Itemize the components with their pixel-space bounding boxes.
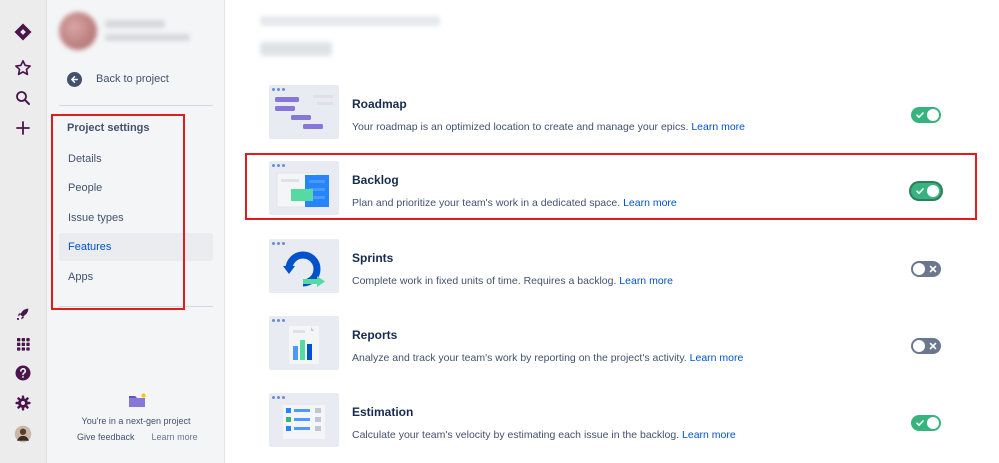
close-icon (929, 265, 937, 273)
feature-roadmap: Roadmap Your roadmap is an optimized loc… (269, 85, 959, 143)
estimation-illustration (269, 393, 339, 447)
feature-description: Analyze and track your team's work by re… (352, 352, 743, 364)
feature-description: Complete work in fixed units of time. Re… (352, 275, 673, 287)
feature-description: Your roadmap is an optimized location to… (352, 121, 745, 133)
apps-grid-icon[interactable] (13, 334, 33, 354)
rocket-icon[interactable] (13, 304, 33, 324)
feature-description-text: Plan and prioritize your team's work in … (352, 197, 621, 209)
give-feedback-link[interactable]: Give feedback (77, 432, 135, 442)
folder-icon (128, 393, 146, 413)
star-icon[interactable] (13, 58, 33, 78)
back-to-project-label: Back to project (96, 73, 169, 85)
learn-more-link[interactable]: Learn more (619, 275, 673, 287)
check-icon (916, 112, 924, 118)
close-icon (929, 342, 937, 350)
back-arrow-icon (67, 71, 82, 87)
sidebar-divider (59, 105, 213, 106)
check-icon (916, 188, 924, 194)
feature-reports: Reports Analyze and track your team's wo… (269, 316, 959, 374)
check-icon (916, 420, 924, 426)
user-avatar-icon[interactable] (13, 424, 33, 444)
back-to-project-link[interactable]: Back to project (67, 70, 169, 88)
project-avatar[interactable] (59, 12, 97, 50)
feature-title: Reports (352, 328, 398, 342)
sidebar-item-apps[interactable]: Apps (59, 263, 213, 291)
sprints-illustration (269, 239, 339, 293)
main-content: Roadmap Your roadmap is an optimized loc… (225, 0, 999, 463)
feature-description: Calculate your team's velocity by estima… (352, 429, 736, 441)
project-settings-heading: Project settings (67, 122, 150, 134)
search-icon[interactable] (13, 88, 33, 108)
sprints-toggle[interactable] (911, 261, 941, 277)
learn-more-link[interactable]: Learn more (623, 197, 677, 209)
plus-icon[interactable] (13, 118, 33, 138)
project-type-blurred (105, 34, 190, 41)
learn-more-link[interactable]: Learn more (690, 352, 744, 364)
jira-logo-icon[interactable] (13, 22, 33, 42)
sidebar-item-label: Features (68, 241, 112, 253)
project-sidebar: Back to project Project settings Details… (47, 0, 225, 463)
sidebar-item-label: Apps (68, 271, 94, 283)
global-navigation-rail (0, 0, 47, 463)
sidebar-item-label: People (68, 182, 103, 194)
feature-description-text: Your roadmap is an optimized location to… (352, 121, 689, 133)
settings-gear-icon[interactable] (13, 393, 33, 413)
breadcrumb-blurred (260, 16, 440, 26)
backlog-illustration (269, 161, 339, 215)
feature-sprints: Sprints Complete work in fixed units of … (269, 239, 959, 297)
feature-description-text: Calculate your team's velocity by estima… (352, 429, 680, 441)
learn-more-link[interactable]: Learn more (691, 121, 745, 133)
feature-backlog: Backlog Plan and prioritize your team's … (269, 161, 959, 219)
feature-title: Estimation (352, 405, 414, 419)
feature-title: Backlog (352, 173, 399, 187)
help-icon[interactable] (13, 363, 33, 383)
sidebar-footer-links: Give feedback Learn more (77, 432, 198, 442)
roadmap-toggle[interactable] (911, 107, 941, 123)
learn-more-link[interactable]: Learn more (152, 432, 198, 442)
reports-illustration (269, 316, 339, 370)
learn-more-link[interactable]: Learn more (682, 429, 736, 441)
sidebar-item-label: Details (68, 153, 102, 165)
sidebar-item-details[interactable]: Details (59, 145, 213, 173)
feature-description-text: Analyze and track your team's work by re… (352, 352, 687, 364)
next-gen-project-note: You're in a next-gen project (81, 416, 191, 426)
sidebar-item-features[interactable]: Features (59, 233, 213, 261)
estimation-toggle[interactable] (911, 415, 941, 431)
page-title-blurred (260, 42, 332, 56)
feature-estimation: Estimation Calculate your team's velocit… (269, 393, 959, 451)
sidebar-item-issue-types[interactable]: Issue types (59, 204, 213, 232)
sidebar-item-people[interactable]: People (59, 174, 213, 202)
roadmap-illustration (269, 85, 339, 139)
sidebar-item-label: Issue types (68, 212, 124, 224)
feature-title: Sprints (352, 251, 394, 265)
project-name-blurred (105, 20, 165, 28)
sidebar-divider (59, 306, 213, 307)
feature-description-text: Complete work in fixed units of time. Re… (352, 275, 617, 287)
backlog-toggle[interactable] (911, 183, 941, 199)
reports-toggle[interactable] (911, 338, 941, 354)
feature-title: Roadmap (352, 97, 407, 111)
feature-description: Plan and prioritize your team's work in … (352, 197, 677, 209)
